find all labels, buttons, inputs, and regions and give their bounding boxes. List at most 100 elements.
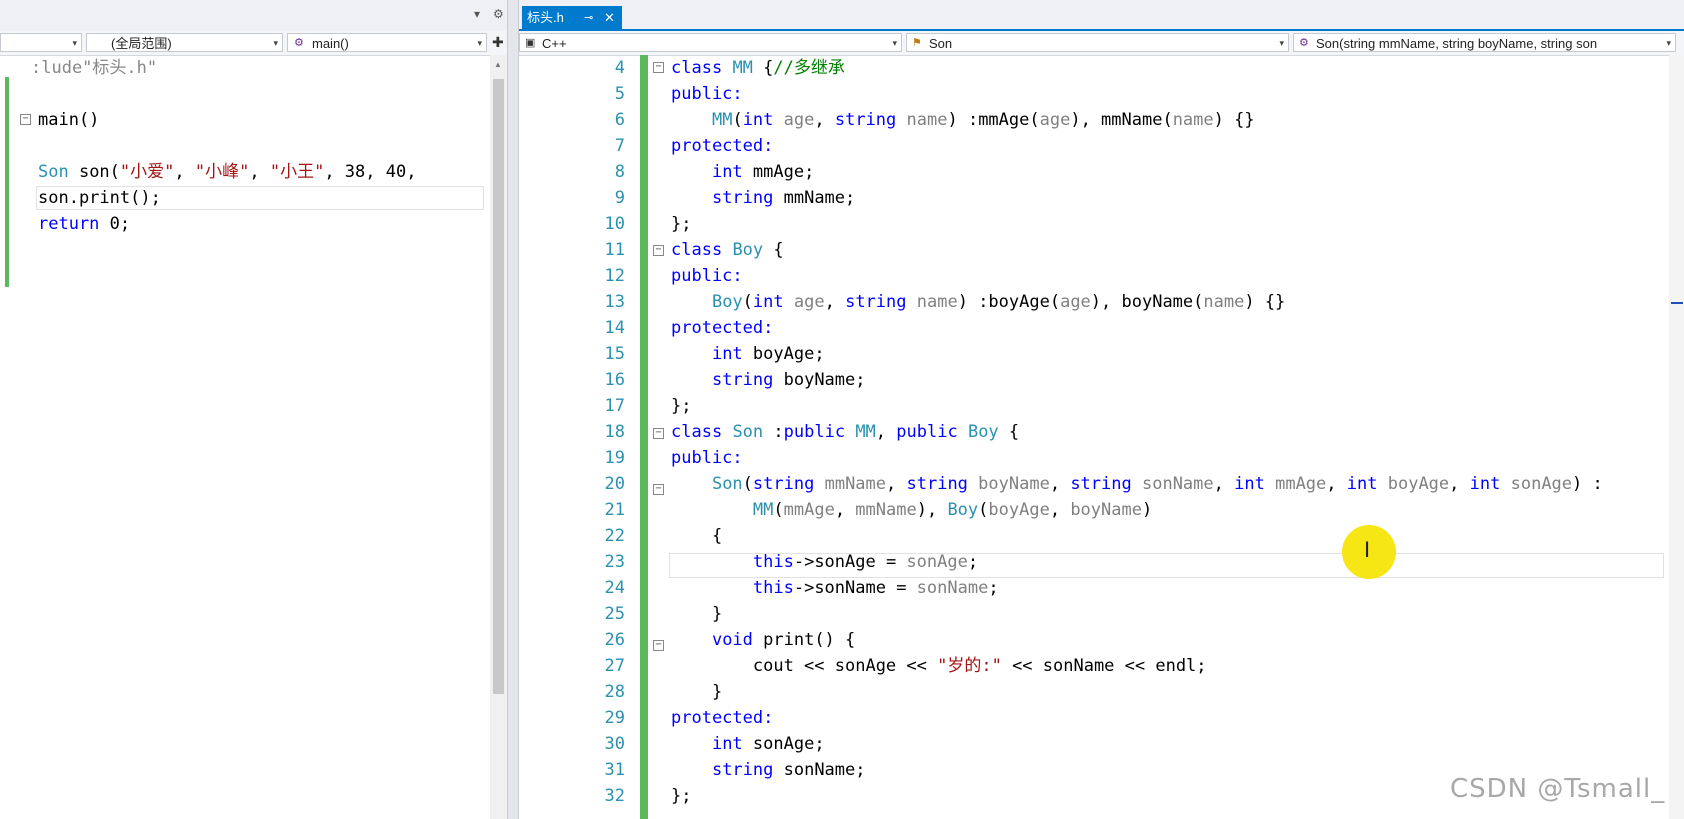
code-line: class MM {//多继承 [671,58,845,78]
fold-toggle-icon[interactable]: − [653,245,664,256]
scroll-marker [1671,302,1683,304]
right-editor-pane: 标头.h ⊸ ✕ ▣ C++ ▾ ⚑ Son ▾ ⚙ Son(string mmNa… [519,0,1684,819]
code-line: } [671,604,723,624]
line-number: 6 [614,110,625,130]
fold-toggle-icon[interactable]: − [653,62,664,73]
dropdown-arrow-icon[interactable]: ▾ [474,7,480,21]
code-line: }; [671,786,692,806]
code-line: :lude"标头.h" [31,58,158,78]
left-member-dropdown[interactable]: ⚙ main() ▾ [287,33,487,52]
text-cursor-icon: I [1364,537,1371,562]
code-line: public: [671,448,743,468]
left-vertical-scrollbar[interactable]: ▲ [490,55,507,819]
line-number: 30 [604,734,625,754]
tab-title: 标头.h [527,10,564,25]
gear-icon[interactable]: ⚙ [493,7,504,21]
chevron-down-icon: ▾ [477,38,482,48]
code-line: protected: [671,708,774,728]
chevron-down-icon: ▾ [1666,38,1671,48]
line-number: 31 [604,760,625,780]
right-tab-strip: 标头.h ⊸ ✕ [519,0,1684,31]
line-number: 23 [604,552,625,572]
line-number: 22 [604,526,625,546]
code-line: Son son("小爱", "小峰", "小王", 38, 40, [38,162,427,182]
line-number: 11 [604,240,625,260]
line-number: 26 [604,630,625,650]
line-number: 14 [604,318,625,338]
line-number: 7 [614,136,625,156]
fold-toggle-icon[interactable]: − [653,484,664,495]
code-line: { [671,526,723,546]
line-number: 16 [604,370,625,390]
code-editor[interactable]: 4 5 6 7 8 9 10 11 12 13 14 15 16 17 18 1… [519,55,1669,819]
code-line: }; [671,396,692,416]
class-dropdown[interactable]: ⚑ Son ▾ [906,33,1289,52]
code-line: string sonName; [711,760,866,780]
pin-icon[interactable]: ⊸ [584,6,593,30]
code-line: Son(string mmName, string boyName, strin… [711,474,1603,494]
line-number: 8 [614,162,625,182]
code-line: class Son :public MM, public Boy { [671,422,1020,442]
code-line: int mmAge; [711,162,815,182]
file-tab-header[interactable]: 标头.h ⊸ ✕ [522,6,622,31]
chevron-down-icon: ▾ [1279,38,1284,48]
current-line-highlight [36,186,484,210]
code-line: void print() { [711,630,856,650]
line-number: 20 [604,474,625,494]
code-line: this->sonName = sonName; [752,578,999,598]
chevron-down-icon: ▾ [273,38,278,48]
code-line: } [671,682,723,702]
left-scope-label: (全局范围) [111,36,172,51]
left-scope-dropdown[interactable]: (全局范围) ▾ [86,33,283,52]
code-line: this->sonAge = sonAge; [752,552,979,572]
line-number: 18 [604,422,625,442]
split-add-icon[interactable]: ✚ [492,34,504,51]
code-line: cout << sonAge << "岁的:" << sonName << en… [671,656,1207,676]
fold-toggle-icon[interactable]: − [653,640,664,651]
line-number: 19 [604,448,625,468]
line-number: 13 [604,292,625,312]
line-number: 32 [604,786,625,806]
line-number: 4 [614,58,625,78]
line-number: 24 [604,578,625,598]
code-line: }; [671,214,692,234]
class-label: Son [929,36,953,51]
line-number: 5 [614,84,625,104]
code-line: protected: [671,136,774,156]
member-label: Son(string mmName, string boyName, strin… [1316,36,1598,51]
line-number: 15 [604,344,625,364]
member-dropdown[interactable]: ⚙ Son(string mmName, string boyName, str… [1293,33,1676,52]
left-code-area[interactable]: − :lude"标头.h" main() Son son("小爱", "小峰",… [0,55,510,819]
line-number: 17 [604,396,625,416]
code-line: int sonAge; [711,734,825,754]
right-vertical-scrollbar[interactable] [1669,55,1684,819]
code-line: int boyAge; [711,344,825,364]
code-line: string boyName; [711,370,866,390]
fold-toggle-icon[interactable]: − [653,428,664,439]
change-marker [640,55,648,819]
fold-toggle-icon[interactable]: − [20,114,31,125]
code-line: Boy(int age, string name) :boyAge(age), … [711,292,1286,312]
method-icon: ⚙ [1299,37,1309,49]
code-line: MM(int age, string name) :mmAge(age), mm… [711,110,1255,130]
left-project-dropdown[interactable]: ▾ [0,33,82,52]
right-navigation-bar: ▣ C++ ▾ ⚑ Son ▾ ⚙ Son(string mmName, strin… [519,31,1684,56]
project-label: C++ [542,36,567,51]
line-number: 29 [604,708,625,728]
close-icon[interactable]: ✕ [604,6,615,30]
scroll-up-icon[interactable]: ▲ [494,60,502,69]
code-line: class Boy { [671,240,784,260]
change-marker [5,77,9,287]
line-number: 28 [604,682,625,702]
line-number: 25 [604,604,625,624]
project-icon: ▣ [525,37,536,49]
code-line: public: [671,84,743,104]
editor-splitter[interactable] [507,0,519,819]
line-number: 12 [604,266,625,286]
project-dropdown[interactable]: ▣ C++ ▾ [519,33,902,52]
scrollbar-thumb[interactable] [493,79,504,694]
code-line: public: [671,266,743,286]
left-navigation-bar: ▾ (全局范围) ▾ ⚙ main() ▾ ✚ [0,31,515,56]
method-icon: ⚙ [294,37,304,49]
line-number: 21 [604,500,625,520]
